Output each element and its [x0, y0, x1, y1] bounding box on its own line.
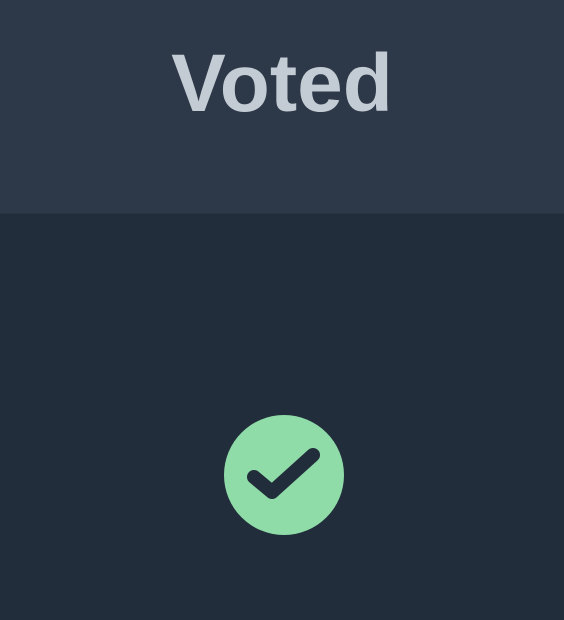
checkmark-icon — [247, 448, 320, 499]
success-badge — [224, 415, 344, 535]
vote-status-panel: Voted — [0, 0, 564, 620]
page-title: Voted — [171, 38, 393, 129]
status-area — [0, 214, 564, 620]
header: Voted — [0, 0, 564, 214]
